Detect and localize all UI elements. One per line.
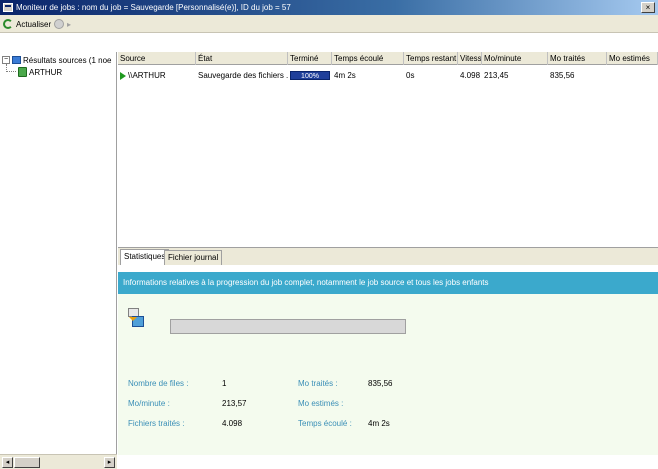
title-bar: Moniteur de jobs : nom du job = Sauvegar… xyxy=(0,0,658,15)
files-processed-label: Fichiers traités : xyxy=(128,419,185,428)
info-banner: Informations relatives à la progression … xyxy=(118,272,658,294)
cell-speed: 4.098 xyxy=(460,71,481,80)
refresh-icon xyxy=(3,19,13,29)
tree-horizontal-scrollbar[interactable]: ◂ ▸ xyxy=(0,454,117,469)
column-mb-processed[interactable]: Mo traités xyxy=(548,52,607,65)
tree-root-item[interactable]: − Résultats sources (1 noe xyxy=(2,54,112,66)
mb-per-minute-label: Mo/minute : xyxy=(128,399,170,408)
tab-log-file[interactable]: Fichier journal xyxy=(164,250,223,265)
close-button[interactable]: × xyxy=(641,2,655,13)
column-completed[interactable]: Terminé xyxy=(288,52,332,65)
source-tree: − Résultats sources (1 noe ARTHUR xyxy=(0,52,117,454)
circle-arrow-icon xyxy=(54,19,64,29)
cell-source: \\ARTHUR xyxy=(118,70,196,81)
column-mb-per-minute[interactable]: Mo/minute xyxy=(482,52,548,65)
tree-connector xyxy=(6,64,16,72)
elapsed-value: 4m 2s xyxy=(368,419,390,428)
elapsed-label: Temps écoulé : xyxy=(298,419,352,428)
refresh-label: Actualiser xyxy=(16,19,52,29)
overall-progress-bar xyxy=(170,319,406,334)
mb-estimated-label: Mo estimés : xyxy=(298,399,344,408)
files-processed-value: 4.098 xyxy=(222,419,243,428)
column-speed[interactable]: Vitess... xyxy=(458,52,482,65)
window-title: Moniteur de jobs : nom du job = Sauvegar… xyxy=(16,3,291,12)
cell-remaining: 0s xyxy=(406,71,415,80)
collapse-icon[interactable]: − xyxy=(2,56,10,64)
column-source[interactable]: Source xyxy=(118,52,196,65)
mb-per-minute-value: 213,57 xyxy=(222,399,247,408)
cell-mb-processed: 835,56 xyxy=(550,71,575,80)
backup-job-icon xyxy=(128,308,144,328)
files-value: 1 xyxy=(222,379,227,388)
details-tabs: Statistiques Fichier journal xyxy=(118,248,658,265)
cell-mb-per-minute: 213,45 xyxy=(484,71,509,80)
column-remaining[interactable]: Temps restant xyxy=(404,52,458,65)
refresh-button[interactable]: Actualiser xyxy=(3,18,51,30)
app-icon xyxy=(3,3,13,12)
server-icon xyxy=(18,67,27,77)
tab-statistics[interactable]: Statistiques xyxy=(120,249,170,265)
column-mb-estimated[interactable]: Mo estimés xyxy=(607,52,658,65)
files-label: Nombre de files : xyxy=(128,379,189,388)
navigate-button[interactable]: ▸ xyxy=(54,18,71,30)
cell-source-text: \\ARTHUR xyxy=(128,71,166,80)
mb-processed-label: Mo traités : xyxy=(298,379,338,388)
scroll-right-icon[interactable]: ▸ xyxy=(104,457,115,468)
folder-icon xyxy=(12,56,21,64)
chevron-right-icon: ▸ xyxy=(67,19,72,29)
tree-root-label: Résultats sources (1 noe xyxy=(23,55,112,65)
scroll-thumb[interactable] xyxy=(14,457,40,468)
grid-header: Source État Terminé Temps écoulé Temps r… xyxy=(118,52,658,65)
toolbar: Actualiser ▸ xyxy=(0,15,658,33)
progress-bar: 100% xyxy=(290,71,330,80)
play-icon xyxy=(120,71,126,80)
cell-mb-estimated xyxy=(607,70,658,81)
cell-state: Sauvegarde des fichiers ... xyxy=(198,71,288,80)
mb-processed-value: 835,56 xyxy=(368,379,393,388)
details-pane: Statistiques Fichier journal Information… xyxy=(118,247,658,455)
column-state[interactable]: État xyxy=(196,52,288,65)
statistics-panel: Nombre de files : 1 Mo/minute : 213,57 F… xyxy=(118,294,658,455)
job-grid: Source État Terminé Temps écoulé Temps r… xyxy=(118,52,658,242)
tree-item-arthur[interactable]: ARTHUR xyxy=(18,66,62,78)
tree-item-label: ARTHUR xyxy=(29,67,63,77)
column-elapsed[interactable]: Temps écoulé xyxy=(332,52,404,65)
cell-elapsed: 4m 2s xyxy=(334,71,356,80)
arrow-icon xyxy=(129,317,137,321)
scroll-left-icon[interactable]: ◂ xyxy=(2,457,13,468)
